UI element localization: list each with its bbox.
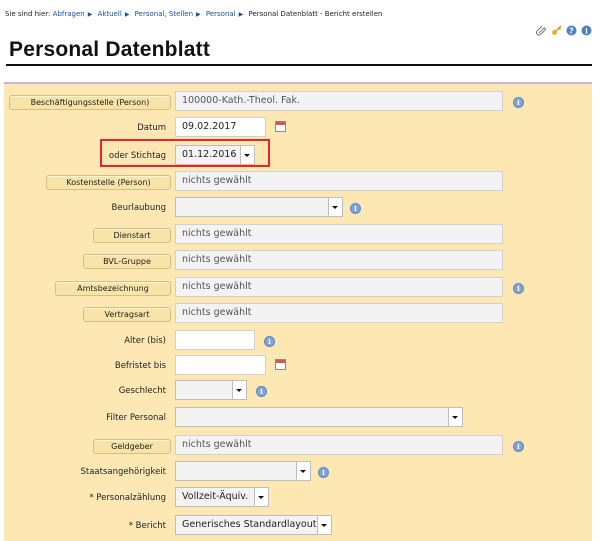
key-icon[interactable] — [551, 21, 562, 35]
befristet-input[interactable] — [175, 355, 266, 375]
row-staatsangehoerigkeit: Staatsangehörigkeit i — [4, 461, 592, 483]
svg-text:?: ? — [569, 26, 574, 35]
row-befristet: Befristet bis — [4, 355, 592, 377]
chevron-right-icon: ▶ — [124, 11, 130, 18]
row-beurlaubung: Beurlaubung i — [4, 197, 592, 219]
chevron-down-icon[interactable] — [232, 381, 246, 399]
dienstart-field[interactable]: nichts gewählt — [175, 224, 503, 244]
title-divider — [6, 64, 592, 66]
breadcrumb-aktuell[interactable]: Aktuell — [98, 10, 122, 18]
info-icon[interactable]: i — [513, 97, 524, 108]
breadcrumb: Sie sind hier: Abfragen ▶ Aktuell ▶ Person… — [5, 10, 383, 18]
row-dienstart: Dienstart nichts gewählt — [4, 224, 592, 246]
kostenstelle-field[interactable]: nichts gewählt — [175, 171, 503, 191]
breadcrumb-abfragen[interactable]: Abfragen — [53, 10, 85, 18]
beschaeftigungsstelle-field[interactable]: 100000-Kath.-Theol. Fak. — [175, 91, 503, 111]
chevron-down-icon[interactable] — [328, 198, 342, 216]
breadcrumb-personal-stellen[interactable]: Personal, Stellen — [135, 10, 193, 18]
bvl-gruppe-field[interactable]: nichts gewählt — [175, 250, 503, 270]
geschlecht-label: Geschlecht — [118, 386, 166, 396]
personalzaehlung-value: Vollzeit-Äquiv. — [182, 491, 249, 502]
row-kostenstelle: Kostenstelle (Person) nichts gewählt — [4, 171, 592, 193]
bvl-gruppe-button[interactable]: BVL-Gruppe — [83, 254, 171, 269]
amtsbezeichnung-field[interactable]: nichts gewählt — [175, 277, 503, 297]
info-icon[interactable]: i — [513, 283, 524, 294]
personalzaehlung-label: * Personalzählung — [89, 493, 166, 503]
row-geschlecht: Geschlecht i — [4, 380, 592, 402]
info-icon[interactable]: i — [513, 441, 524, 452]
page-title: Personal Datenblatt — [9, 38, 211, 61]
info-icon[interactable]: i — [256, 386, 267, 397]
personalzaehlung-select[interactable]: Vollzeit-Äquiv. — [175, 487, 269, 507]
breadcrumb-personal[interactable]: Personal — [206, 10, 236, 18]
filter-personal-select[interactable] — [175, 407, 463, 427]
alter-input[interactable] — [175, 330, 255, 350]
chevron-down-icon[interactable] — [317, 516, 331, 534]
chevron-right-icon: ▶ — [196, 11, 201, 18]
datum-label: Datum — [137, 123, 166, 133]
highlight-box — [100, 139, 270, 167]
bericht-label: * Bericht — [128, 521, 166, 531]
row-personalzaehlung: * Personalzählung Vollzeit-Äquiv. — [4, 487, 592, 509]
help-icon[interactable]: ? — [566, 21, 577, 36]
befristet-label: Befristet bis — [114, 361, 166, 371]
geschlecht-select[interactable] — [175, 380, 247, 400]
row-alter: Alter (bis) i — [4, 330, 592, 352]
vertragsart-field[interactable]: nichts gewählt — [175, 303, 503, 323]
calendar-icon[interactable] — [275, 359, 286, 370]
filter-personal-label: Filter Personal — [106, 413, 166, 423]
alter-label: Alter (bis) — [124, 336, 166, 346]
datum-input[interactable]: 09.02.2017 — [175, 117, 266, 137]
toolbar-icons: ? i — [536, 21, 592, 36]
staatsangehoerigkeit-select[interactable] — [175, 461, 311, 481]
chevron-right-icon: ▶ — [238, 11, 244, 18]
row-bvl-gruppe: BVL-Gruppe nichts gewählt — [4, 250, 592, 272]
row-datum: Datum 09.02.2017 — [4, 117, 592, 139]
geldgeber-field[interactable]: nichts gewählt — [175, 435, 503, 455]
info-icon[interactable]: i — [581, 21, 592, 36]
beurlaubung-label: Beurlaubung — [111, 203, 166, 213]
vertragsart-button[interactable]: Vertragsart — [83, 307, 171, 322]
info-icon[interactable]: i — [318, 467, 329, 478]
row-bericht: * Bericht Generisches Standardlayout — [4, 515, 592, 537]
kostenstelle-button[interactable]: Kostenstelle (Person) — [46, 175, 171, 190]
beschaeftigungsstelle-button[interactable]: Beschäftigungsstelle (Person) — [9, 95, 171, 110]
row-filter-personal: Filter Personal — [4, 407, 592, 429]
form-panel: Beschäftigungsstelle (Person) 100000-Kat… — [4, 82, 592, 541]
row-geldgeber: Geldgeber nichts gewählt i — [4, 435, 592, 457]
bericht-value: Generisches Standardlayout — [182, 519, 317, 530]
chevron-down-icon[interactable] — [254, 488, 268, 506]
calendar-icon[interactable] — [275, 121, 286, 132]
dienstart-button[interactable]: Dienstart — [93, 228, 171, 243]
chevron-down-icon[interactable] — [296, 462, 310, 480]
chevron-down-icon[interactable] — [448, 408, 462, 426]
info-icon[interactable]: i — [350, 203, 361, 214]
beurlaubung-select[interactable] — [175, 197, 343, 217]
staatsangehoerigkeit-label: Staatsangehörigkeit — [80, 467, 166, 477]
bericht-select[interactable]: Generisches Standardlayout — [175, 515, 332, 535]
svg-text:i: i — [585, 26, 588, 35]
row-amtsbezeichnung: Amtsbezeichnung nichts gewählt i — [4, 277, 592, 299]
paperclip-icon[interactable] — [536, 21, 547, 36]
geldgeber-button[interactable]: Geldgeber — [93, 439, 171, 454]
breadcrumb-current: Personal Datenblatt - Bericht erstellen — [248, 10, 383, 18]
breadcrumb-prefix: Sie sind hier: — [5, 10, 51, 18]
amtsbezeichnung-button[interactable]: Amtsbezeichnung — [55, 281, 171, 296]
row-stichtag: oder Stichtag 01.12.2016 — [4, 145, 592, 167]
row-beschaeftigungsstelle: Beschäftigungsstelle (Person) 100000-Kat… — [4, 91, 592, 113]
row-vertragsart: Vertragsart nichts gewählt — [4, 303, 592, 325]
chevron-right-icon: ▶ — [87, 11, 93, 18]
info-icon[interactable]: i — [264, 336, 275, 347]
